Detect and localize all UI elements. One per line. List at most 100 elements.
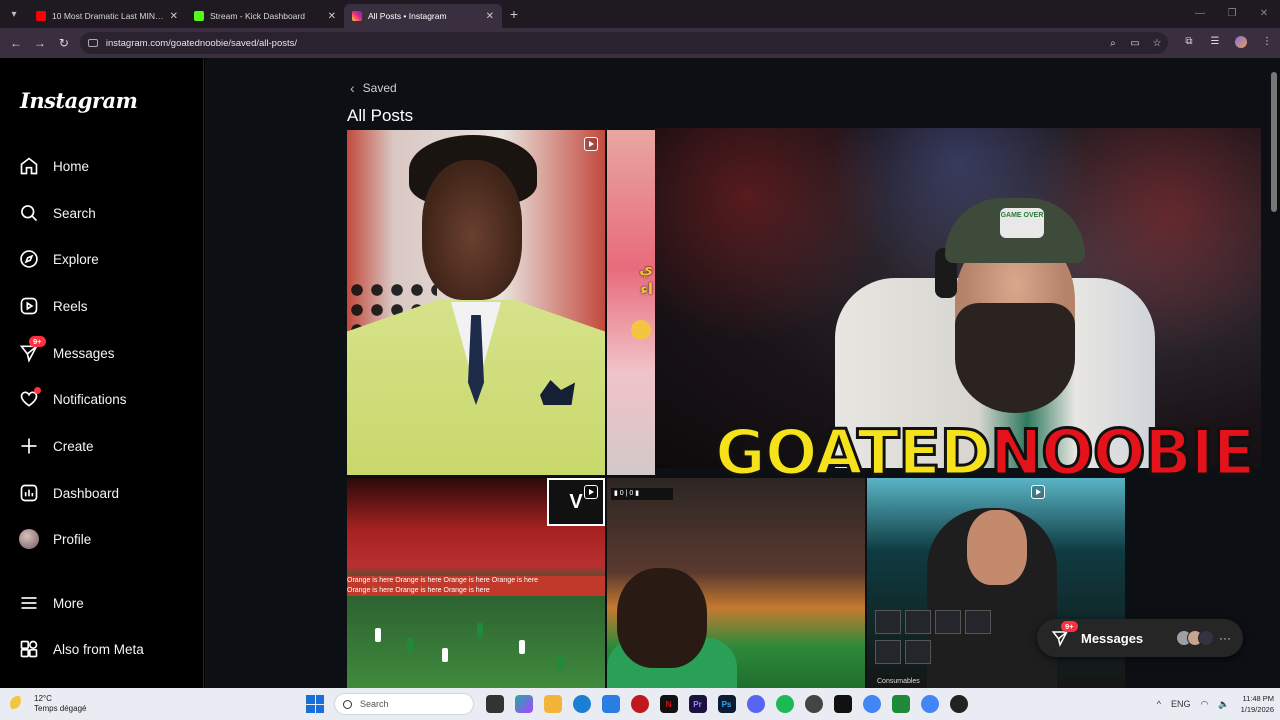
tab-close-icon[interactable]: ✕ (170, 11, 178, 22)
edge-icon[interactable] (572, 695, 591, 713)
sidebar-item-messages[interactable]: 9+ Messages (18, 336, 198, 368)
sidebar-item-explore[interactable]: Explore (18, 244, 198, 274)
saved-back-link[interactable]: ‹ Saved (350, 80, 397, 96)
instagram-favicon-icon (352, 11, 362, 21)
clock-date: 1/19/2026 (1240, 705, 1274, 714)
netflix-icon[interactable]: N (659, 695, 678, 713)
discord-icon[interactable] (746, 695, 765, 713)
chevron-left-icon: ‹ (350, 80, 355, 96)
hamburger-menu-icon (18, 592, 40, 614)
page-scrollbar[interactable] (1268, 58, 1280, 688)
store-icon[interactable] (601, 695, 620, 713)
saved-post-5[interactable]: ▮ 0 | 0 ▮ (607, 478, 865, 688)
sidebar-item-reels[interactable]: Reels (18, 291, 198, 321)
clock-time: 11:48 PM (1242, 694, 1274, 703)
browser-toolbar: ← → ↻ instagram.com/goatednoobie/saved/a… (0, 28, 1280, 58)
cast-icon[interactable]: ▭ (1124, 38, 1146, 49)
notification-dot (34, 387, 41, 394)
app-green-icon[interactable] (891, 695, 910, 713)
messages-label: Messages (1081, 630, 1144, 646)
saved-collection-main: ‹ Saved All Posts ي اء GAME OVER Orange … (205, 58, 1268, 688)
new-tab-button[interactable]: + (502, 6, 526, 22)
address-bar[interactable]: instagram.com/goatednoobie/saved/all-pos… (79, 32, 1168, 54)
windows-taskbar: 12°C Temps dégagé Search N Pr Ps ^ ENG ◠… (0, 688, 1280, 720)
system-tray: ^ ENG ◠ 🔈 11:48 PM 1/19/2026 (1152, 688, 1274, 720)
sidebar-item-notifications[interactable]: Notifications (18, 384, 198, 414)
instagram-logo[interactable]: Instagram (20, 88, 138, 113)
sidebar-item-profile[interactable]: Profile (18, 524, 198, 554)
extensions-puzzle-icon[interactable]: ⧉ (1176, 36, 1202, 51)
tab-close-icon[interactable]: ✕ (486, 11, 494, 22)
zoom-icon[interactable]: ⌕ (1102, 38, 1124, 49)
tab-instagram[interactable]: All Posts • Instagram ✕ (344, 4, 502, 28)
windows-start-icon[interactable] (306, 695, 324, 713)
messenger-icon: 9+ (1049, 621, 1078, 649)
sidebar-item-search[interactable]: Search (18, 198, 198, 228)
photoshop-icon[interactable]: Ps (717, 695, 736, 713)
browser-tab-bar: ▾ 10 Most Dramatic Last MINUTE ✕ Stream … (0, 0, 1280, 28)
crying-emoji-icon (631, 320, 651, 340)
tab-kick[interactable]: Stream - Kick Dashboard ✕ (186, 4, 344, 28)
url-text: instagram.com/goatednoobie/saved/all-pos… (105, 37, 298, 49)
profile-avatar (18, 528, 40, 550)
language-indicator[interactable]: ENG (1171, 699, 1191, 709)
task-view-icon[interactable] (485, 695, 504, 713)
cap-logo-text: GAME OVER (1000, 208, 1044, 238)
taskbar-apps: Search N Pr Ps (306, 688, 973, 720)
tab-search-chevron-icon[interactable]: ▾ (0, 0, 28, 28)
premiere-icon[interactable]: Pr (688, 695, 707, 713)
inventory-slots (875, 610, 991, 634)
browser-menu-icon[interactable]: ⋮ (1254, 36, 1280, 51)
sidebar-item-more[interactable]: More (18, 588, 198, 618)
reading-list-icon[interactable]: ☰ (1202, 36, 1228, 51)
forward-icon[interactable]: → (28, 36, 52, 50)
sidebar-item-label: Reels (53, 298, 88, 314)
saved-post-4[interactable]: Orange is here Orange is here Orange is … (347, 478, 605, 688)
avatar (1198, 630, 1214, 646)
wifi-icon[interactable]: ◠ (1201, 699, 1209, 710)
volume-icon[interactable]: 🔈 (1218, 699, 1229, 710)
clock[interactable]: 11:48 PM 1/19/2026 (1241, 693, 1274, 715)
bookmark-star-icon[interactable]: ☆ (1146, 38, 1168, 49)
sidebar-item-dashboard[interactable]: Dashboard (18, 478, 198, 508)
saved-post-1[interactable] (347, 130, 605, 475)
app-red-icon[interactable] (630, 695, 649, 713)
spotify-icon[interactable] (775, 695, 794, 713)
chevron-up-icon[interactable]: ^ (1157, 699, 1161, 709)
profile-icon[interactable] (1228, 35, 1254, 51)
obs-icon[interactable] (804, 695, 823, 713)
maximize-icon[interactable]: ❐ (1216, 0, 1248, 28)
dashboard-icon (18, 482, 40, 504)
copilot-icon[interactable] (514, 695, 533, 713)
minimize-icon[interactable]: — (1184, 0, 1216, 28)
taskbar-search[interactable]: Search (334, 693, 474, 715)
tab-youtube[interactable]: 10 Most Dramatic Last MINUTE ✕ (28, 4, 186, 28)
site-settings-icon[interactable] (87, 39, 98, 47)
chrome-icon[interactable] (862, 695, 881, 713)
back-icon[interactable]: ← (4, 36, 28, 50)
goatednoobie-overlay: GOATEDNOOBIE (713, 415, 1256, 491)
tab-label: All Posts • Instagram (368, 11, 447, 21)
taskbar-search-placeholder: Search (360, 699, 389, 709)
reload-icon[interactable]: ↻ (52, 36, 76, 50)
app-dark-icon[interactable] (833, 695, 852, 713)
chrome-profile-icon[interactable] (920, 695, 939, 713)
messenger-icon: 9+ (18, 336, 46, 364)
sidebar-item-label: Profile (53, 531, 92, 547)
sidebar-item-label: Notifications (53, 391, 127, 407)
sidebar-item-home[interactable]: Home (18, 151, 198, 181)
search-icon (343, 699, 352, 709)
close-window-icon[interactable]: ✕ (1248, 0, 1280, 28)
stadium-board-text: Orange is here Orange is here Orange is … (347, 586, 605, 596)
weather-widget[interactable]: 12°C Temps dégagé (10, 694, 86, 714)
file-explorer-icon[interactable] (543, 695, 562, 713)
kick-favicon-icon (194, 11, 204, 21)
sidebar-item-label: Messages (53, 345, 115, 361)
messages-floating-button[interactable]: 9+ Messages ··· (1037, 619, 1243, 657)
sidebar-item-create[interactable]: Create (18, 431, 198, 461)
sidebar-item-also-from-meta[interactable]: Also from Meta (18, 634, 198, 664)
instagram-sidebar: Instagram Home Search Explore Reels 9+ M… (0, 58, 204, 688)
saved-post-2[interactable]: ي اء (607, 130, 655, 475)
tab-close-icon[interactable]: ✕ (328, 11, 336, 22)
app-github-icon[interactable] (949, 695, 968, 713)
